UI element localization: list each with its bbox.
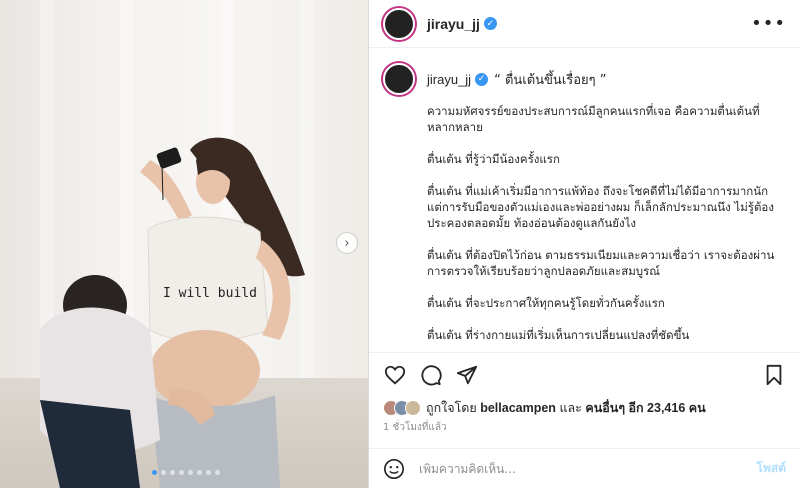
likes-others[interactable]: คนอื่นๆ อีก 23,416 คน <box>585 401 705 415</box>
more-options-icon[interactable]: ••• <box>751 13 786 34</box>
post-comment-button[interactable]: โพสต์ <box>757 459 786 478</box>
likes-and: และ <box>559 401 582 415</box>
caption-header: jirayu_jj ✓ “ ตื่นเต้นขึ้นเรื่อยๆ ” <box>383 63 786 95</box>
comment-input[interactable] <box>419 461 757 476</box>
shirt-text: I will build <box>163 286 257 301</box>
carousel-dot <box>152 470 157 475</box>
author-username[interactable]: jirayu_jj <box>427 16 480 32</box>
share-icon[interactable] <box>455 363 479 387</box>
comment-bar: โพสต์ <box>369 448 800 488</box>
post-timestamp[interactable]: 1 ชั่วโมงที่แล้ว <box>383 420 447 435</box>
carousel-dot <box>188 470 193 475</box>
caption-paragraph: ตื่นเต้น ที่จะประกาศให้ทุกคนรู้โดยทั่วกั… <box>427 296 665 310</box>
caption-body: ความมหัศจรรย์ของประสบการณ์มีลูกคนแรกที่เ… <box>427 103 786 343</box>
caption-username[interactable]: jirayu_jj <box>427 72 471 87</box>
caption-title: “ ตื่นเต้นขึ้นเรื่อยๆ ” <box>494 72 607 88</box>
post-header: jirayu_jj ✓ ••• <box>369 0 800 48</box>
heart-icon[interactable] <box>383 363 407 387</box>
likes-prefix: ถูกใจโดย <box>426 401 477 415</box>
bookmark-icon[interactable] <box>762 363 786 387</box>
carousel-dot <box>215 470 220 475</box>
emoji-icon[interactable] <box>383 458 405 480</box>
caption-paragraph: ความมหัศจรรย์ของประสบการณ์มีลูกคนแรกที่เ… <box>427 104 760 134</box>
author-avatar[interactable] <box>383 7 415 40</box>
likes-summary[interactable]: ถูกใจโดย bellacampen และ คนอื่นๆ อีก 23,… <box>383 398 706 418</box>
carousel-dot <box>206 470 211 475</box>
carousel-indicator <box>152 470 220 475</box>
caption-avatar[interactable] <box>383 63 415 95</box>
comment-icon[interactable] <box>419 363 443 387</box>
carousel-dot <box>161 470 166 475</box>
carousel-next-button[interactable]: › <box>336 232 358 254</box>
chevron-right-icon: › <box>344 235 350 251</box>
caption-paragraph: ตื่นเต้น ที่ต้องปิดไว้ก่อน ตามธรรมเนียมแ… <box>427 248 775 278</box>
verified-badge-icon: ✓ <box>483 17 497 30</box>
carousel-dot <box>179 470 184 475</box>
liked-by-user[interactable]: bellacampen <box>480 401 556 415</box>
likes-text: ถูกใจโดย bellacampen และ คนอื่นๆ อีก 23,… <box>426 398 706 418</box>
post-side-panel: jirayu_jj ✓ ••• jirayu_jj ✓ “ ตื่นเต้นขึ… <box>368 0 800 488</box>
caption-paragraph: ตื่นเต้น ที่ร่างกายแม่ที่เริ่มเห็นการเปล… <box>427 328 690 342</box>
caption-scroll-area[interactable]: jirayu_jj ✓ “ ตื่นเต้นขึ้นเรื่อยๆ ” ความ… <box>369 49 800 352</box>
photo-illustration: I will build <box>40 137 305 488</box>
action-bar <box>369 352 800 396</box>
carousel-dot <box>170 470 175 475</box>
post-photo[interactable]: I will build › <box>0 0 368 488</box>
caption-paragraph: ตื่นเต้น ที่รู้ว่ามีน้องครั้งแรก <box>427 152 560 166</box>
carousel-dot <box>197 470 202 475</box>
liker-avatar <box>405 400 421 416</box>
verified-badge-icon: ✓ <box>475 72 489 86</box>
caption-paragraph: ตื่นเต้น ที่แม่เค้าเริ่มมีอาการแพ้ท้อง ถ… <box>427 184 774 230</box>
